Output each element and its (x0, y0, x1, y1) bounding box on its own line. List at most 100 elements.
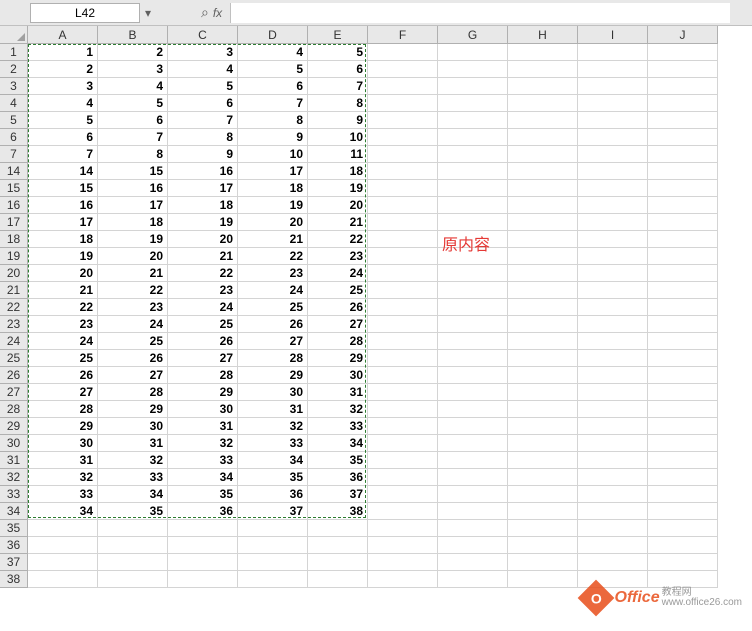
cell-J23[interactable] (648, 316, 718, 333)
cell-G25[interactable] (438, 350, 508, 367)
cell-D35[interactable] (238, 520, 308, 537)
cell-D19[interactable]: 22 (238, 248, 308, 265)
cell-A15[interactable]: 15 (28, 180, 98, 197)
cell-C16[interactable]: 18 (168, 197, 238, 214)
col-header-I[interactable]: I (578, 26, 648, 44)
cell-D29[interactable]: 32 (238, 418, 308, 435)
cell-G33[interactable] (438, 486, 508, 503)
cell-I35[interactable] (578, 520, 648, 537)
cell-J4[interactable] (648, 95, 718, 112)
cell-B2[interactable]: 3 (98, 61, 168, 78)
cell-F15[interactable] (368, 180, 438, 197)
cell-D33[interactable]: 36 (238, 486, 308, 503)
cell-G24[interactable] (438, 333, 508, 350)
cell-D30[interactable]: 33 (238, 435, 308, 452)
col-header-H[interactable]: H (508, 26, 578, 44)
cell-B29[interactable]: 30 (98, 418, 168, 435)
cell-J25[interactable] (648, 350, 718, 367)
cell-B28[interactable]: 29 (98, 401, 168, 418)
cell-A28[interactable]: 28 (28, 401, 98, 418)
cell-C27[interactable]: 29 (168, 384, 238, 401)
cell-J16[interactable] (648, 197, 718, 214)
col-header-J[interactable]: J (648, 26, 718, 44)
cell-G2[interactable] (438, 61, 508, 78)
cell-F5[interactable] (368, 112, 438, 129)
cell-A19[interactable]: 19 (28, 248, 98, 265)
cell-C7[interactable]: 9 (168, 146, 238, 163)
row-header-17[interactable]: 17 (0, 214, 28, 231)
cell-F34[interactable] (368, 503, 438, 520)
cell-D5[interactable]: 8 (238, 112, 308, 129)
cell-I1[interactable] (578, 44, 648, 61)
cell-D7[interactable]: 10 (238, 146, 308, 163)
cell-E31[interactable]: 35 (308, 452, 368, 469)
cell-B20[interactable]: 21 (98, 265, 168, 282)
cell-A36[interactable] (28, 537, 98, 554)
cell-D23[interactable]: 26 (238, 316, 308, 333)
cell-E21[interactable]: 25 (308, 282, 368, 299)
select-all-corner[interactable] (0, 26, 28, 44)
cell-A31[interactable]: 31 (28, 452, 98, 469)
cell-E19[interactable]: 23 (308, 248, 368, 265)
cell-F38[interactable] (368, 571, 438, 588)
cell-C29[interactable]: 31 (168, 418, 238, 435)
formula-input[interactable] (230, 3, 730, 23)
cell-D20[interactable]: 23 (238, 265, 308, 282)
cell-G36[interactable] (438, 537, 508, 554)
row-header-30[interactable]: 30 (0, 435, 28, 452)
cell-G34[interactable] (438, 503, 508, 520)
row-header-38[interactable]: 38 (0, 571, 28, 588)
cell-B37[interactable] (98, 554, 168, 571)
cell-E28[interactable]: 32 (308, 401, 368, 418)
cell-E18[interactable]: 22 (308, 231, 368, 248)
cell-D34[interactable]: 37 (238, 503, 308, 520)
cell-A21[interactable]: 21 (28, 282, 98, 299)
cell-C22[interactable]: 24 (168, 299, 238, 316)
cell-H30[interactable] (508, 435, 578, 452)
cell-G38[interactable] (438, 571, 508, 588)
cell-I19[interactable] (578, 248, 648, 265)
cell-D21[interactable]: 24 (238, 282, 308, 299)
cell-F3[interactable] (368, 78, 438, 95)
cell-A22[interactable]: 22 (28, 299, 98, 316)
cell-A3[interactable]: 3 (28, 78, 98, 95)
row-header-36[interactable]: 36 (0, 537, 28, 554)
cell-B16[interactable]: 17 (98, 197, 168, 214)
row-header-24[interactable]: 24 (0, 333, 28, 350)
cell-B31[interactable]: 32 (98, 452, 168, 469)
cell-J24[interactable] (648, 333, 718, 350)
cell-H29[interactable] (508, 418, 578, 435)
cell-A29[interactable]: 29 (28, 418, 98, 435)
cell-G21[interactable] (438, 282, 508, 299)
cell-D2[interactable]: 5 (238, 61, 308, 78)
cell-A33[interactable]: 33 (28, 486, 98, 503)
cell-E2[interactable]: 6 (308, 61, 368, 78)
cell-F29[interactable] (368, 418, 438, 435)
cell-C25[interactable]: 27 (168, 350, 238, 367)
cell-E17[interactable]: 21 (308, 214, 368, 231)
row-header-16[interactable]: 16 (0, 197, 28, 214)
cell-A25[interactable]: 25 (28, 350, 98, 367)
row-header-22[interactable]: 22 (0, 299, 28, 316)
cell-J33[interactable] (648, 486, 718, 503)
cell-D17[interactable]: 20 (238, 214, 308, 231)
cell-B18[interactable]: 19 (98, 231, 168, 248)
cell-B38[interactable] (98, 571, 168, 588)
cell-D6[interactable]: 9 (238, 129, 308, 146)
cell-E22[interactable]: 26 (308, 299, 368, 316)
cell-H38[interactable] (508, 571, 578, 588)
cell-D18[interactable]: 21 (238, 231, 308, 248)
cell-B7[interactable]: 8 (98, 146, 168, 163)
cell-B1[interactable]: 2 (98, 44, 168, 61)
cell-E4[interactable]: 8 (308, 95, 368, 112)
cell-H27[interactable] (508, 384, 578, 401)
cell-G3[interactable] (438, 78, 508, 95)
cell-J7[interactable] (648, 146, 718, 163)
cell-A23[interactable]: 23 (28, 316, 98, 333)
cell-D32[interactable]: 35 (238, 469, 308, 486)
cell-H25[interactable] (508, 350, 578, 367)
cell-B26[interactable]: 27 (98, 367, 168, 384)
cell-C14[interactable]: 16 (168, 163, 238, 180)
cell-E14[interactable]: 18 (308, 163, 368, 180)
cell-B21[interactable]: 22 (98, 282, 168, 299)
